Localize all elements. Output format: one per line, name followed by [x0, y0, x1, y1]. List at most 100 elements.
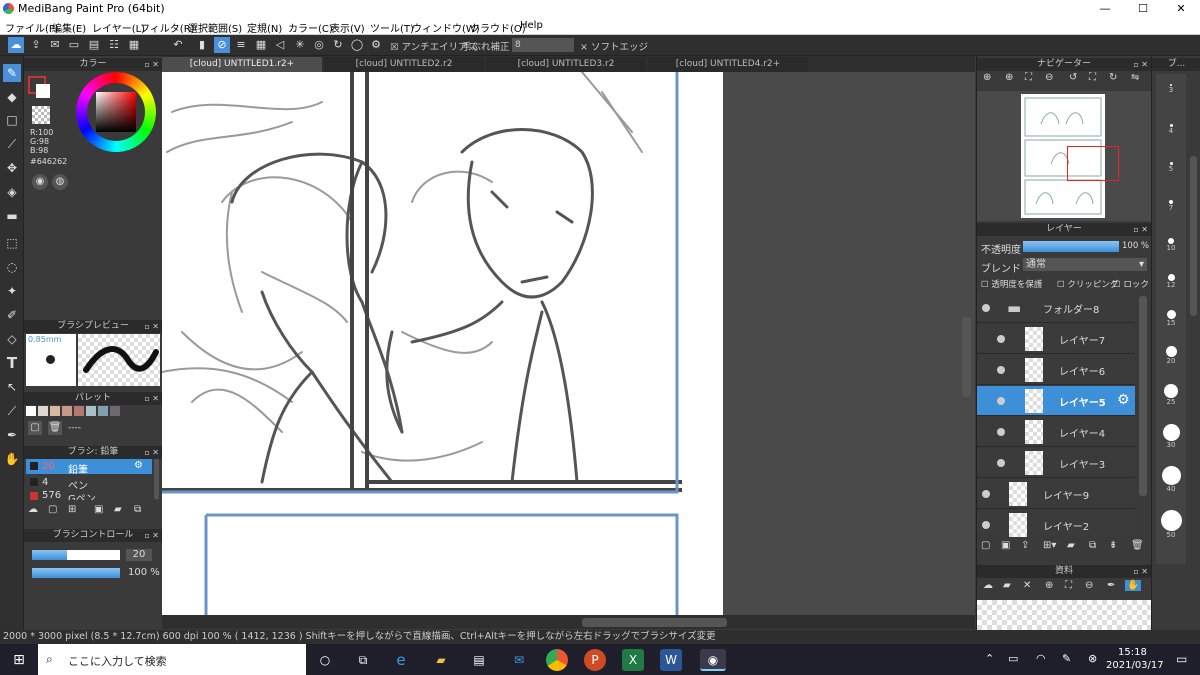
eye-icon[interactable]	[997, 366, 1005, 374]
eye-icon[interactable]	[997, 459, 1005, 467]
eraser-tool-icon[interactable]: ◆	[3, 88, 21, 106]
layer-row-5[interactable]: レイヤー5 ⚙	[977, 386, 1135, 416]
new-color-layer-icon[interactable]: ▣	[1001, 540, 1010, 551]
divide-tool-icon[interactable]: ⟋	[3, 402, 21, 420]
layer-add-menu-icon[interactable]: ⊞▾	[1043, 540, 1056, 551]
menu-layer[interactable]: レイヤー(L)	[92, 20, 145, 35]
canvas-hscroll-thumb[interactable]	[582, 618, 727, 627]
brush-size-5[interactable]: 5	[1158, 162, 1184, 173]
layer-scrollbar[interactable]	[1139, 296, 1147, 496]
tab-untitled2[interactable]: [cloud] UNTITLED2.r2	[324, 57, 484, 72]
word-icon[interactable]: W	[660, 649, 682, 671]
comment-icon[interactable]: ✉	[47, 37, 63, 53]
zoom-in-icon[interactable]: ⊕	[1005, 72, 1013, 83]
maximize-button[interactable]: ☐	[1124, 0, 1162, 18]
brush-size-30[interactable]: 30	[1158, 424, 1184, 449]
import-layer-icon[interactable]: ⇪	[1021, 540, 1029, 551]
palette-swatch[interactable]	[38, 406, 48, 416]
rotate-left-icon[interactable]: ↺	[1069, 72, 1077, 83]
brush-size-40[interactable]: 40	[1158, 466, 1184, 493]
eye-icon[interactable]	[997, 397, 1005, 405]
mail-icon[interactable]: ✉	[508, 649, 530, 671]
lock-checkbox[interactable]: ☐ ロック	[1113, 278, 1149, 290]
secondary-color-swatch[interactable]	[36, 84, 50, 98]
brush-size-value[interactable]: 20	[126, 549, 152, 561]
zoom-actual-icon[interactable]: ⛶	[1025, 72, 1032, 83]
menu-edit[interactable]: 編集(E)	[52, 20, 86, 35]
clipping-checkbox[interactable]: ☐ クリッピング	[1057, 278, 1118, 290]
navigator-view[interactable]	[977, 91, 1151, 221]
settings-icon[interactable]: ⚙	[368, 37, 384, 53]
brush-size-12[interactable]: 12	[1158, 274, 1184, 289]
panel-close-icon[interactable]: ▫ ✕	[144, 58, 159, 71]
eye-icon[interactable]	[982, 490, 990, 498]
cortana-icon[interactable]: ○	[314, 649, 336, 671]
palette-new-icon[interactable]: ▢	[28, 421, 42, 435]
task-view-icon[interactable]: ⧉	[352, 649, 374, 671]
palette-swatch[interactable]	[62, 406, 72, 416]
brush-duplicate-icon[interactable]: ⧉	[134, 504, 141, 515]
close-button[interactable]: ✕	[1162, 0, 1200, 18]
brush-settings-icon[interactable]: ⚙	[134, 460, 143, 471]
canvas-vscroll-thumb[interactable]	[962, 317, 971, 397]
merge-layer-icon[interactable]: ⇟	[1109, 540, 1117, 551]
fill-tool-icon[interactable]: ◈	[3, 183, 21, 201]
menu-tool[interactable]: ツール(T)	[370, 20, 414, 35]
redo-icon[interactable]: ▮	[194, 37, 210, 53]
shape-tool-icon[interactable]: □	[3, 111, 21, 129]
eye-icon[interactable]	[982, 304, 990, 312]
eyedropper-icon[interactable]: ✒	[3, 426, 21, 444]
materials-fit-icon[interactable]: ⛶	[1065, 580, 1072, 591]
palette-delete-icon[interactable]: 🗑	[48, 421, 62, 435]
rotate-right-icon[interactable]: ↻	[1109, 72, 1117, 83]
tab-untitled3[interactable]: [cloud] UNTITLED3.r2	[486, 57, 646, 72]
palette-swatch[interactable]	[110, 406, 120, 416]
materials-view[interactable]	[977, 600, 1151, 630]
store-icon[interactable]: ▤	[468, 649, 490, 671]
text-tool-icon[interactable]: T	[3, 354, 21, 372]
notification-muted-icon[interactable]: ⊗	[1088, 652, 1097, 665]
lasso-icon[interactable]: ◌	[3, 258, 21, 276]
palette-swatch[interactable]	[98, 406, 108, 416]
layer-row-7[interactable]: レイヤー7	[977, 324, 1135, 354]
new-layer-icon[interactable]: ▢	[981, 540, 990, 551]
eye-icon[interactable]	[997, 335, 1005, 343]
brush-size-15[interactable]: 15	[1158, 310, 1184, 327]
brush-tool-icon[interactable]: ✎	[3, 64, 21, 82]
list-icon[interactable]: ☷	[106, 37, 122, 53]
undo-icon[interactable]: ↶	[170, 37, 186, 53]
layer-settings-icon[interactable]: ⚙	[1117, 392, 1130, 408]
gradient-tool-icon[interactable]: ▬	[3, 207, 21, 225]
battery-icon[interactable]: ▭	[1008, 652, 1018, 665]
eye-icon[interactable]	[997, 428, 1005, 436]
menu-ruler[interactable]: 定規(N)	[247, 20, 282, 35]
curve-snap-icon[interactable]: ↻	[330, 37, 346, 53]
ellipse-snap-icon[interactable]: ◯	[349, 37, 365, 53]
layer-row-3[interactable]: レイヤー3	[977, 448, 1135, 478]
materials-eyedropper-icon[interactable]: ✒	[1107, 580, 1115, 591]
move-tool-icon[interactable]: ✥	[3, 159, 21, 177]
menu-file[interactable]: ファイル(F)	[5, 20, 59, 35]
document-icon[interactable]: ▤	[86, 37, 102, 53]
palette-swatch[interactable]	[26, 406, 36, 416]
transparent-color-swatch[interactable]	[32, 106, 50, 124]
zoom-out-icon[interactable]: ⊖	[1045, 72, 1053, 83]
navigator-viewport-rect[interactable]	[1067, 146, 1119, 181]
brush-size-scrollbar[interactable]	[1190, 156, 1197, 316]
vanishing-point-icon[interactable]: ◁	[272, 37, 288, 53]
color-wheel[interactable]	[76, 72, 156, 152]
parallel-snap-icon[interactable]: ≡	[233, 37, 249, 53]
brush-item-gpen[interactable]: 576 Gペン	[26, 491, 152, 500]
materials-hand-icon[interactable]: ✋	[1125, 580, 1142, 591]
menu-filter[interactable]: フィルタ(R)	[140, 20, 195, 35]
brush-list-scrollbar[interactable]	[154, 459, 159, 499]
minimize-button[interactable]: —	[1086, 0, 1124, 18]
stabilizer-select[interactable]: 8	[512, 38, 574, 52]
brush-size-20[interactable]: 20	[1158, 346, 1184, 365]
excel-icon[interactable]: X	[622, 649, 644, 671]
chrome-icon[interactable]	[546, 649, 568, 671]
palette-swatch[interactable]	[74, 406, 84, 416]
wifi-icon[interactable]: ◠	[1036, 652, 1046, 665]
menu-color[interactable]: カラー(C)	[288, 20, 333, 35]
palette-swatch[interactable]	[50, 406, 60, 416]
